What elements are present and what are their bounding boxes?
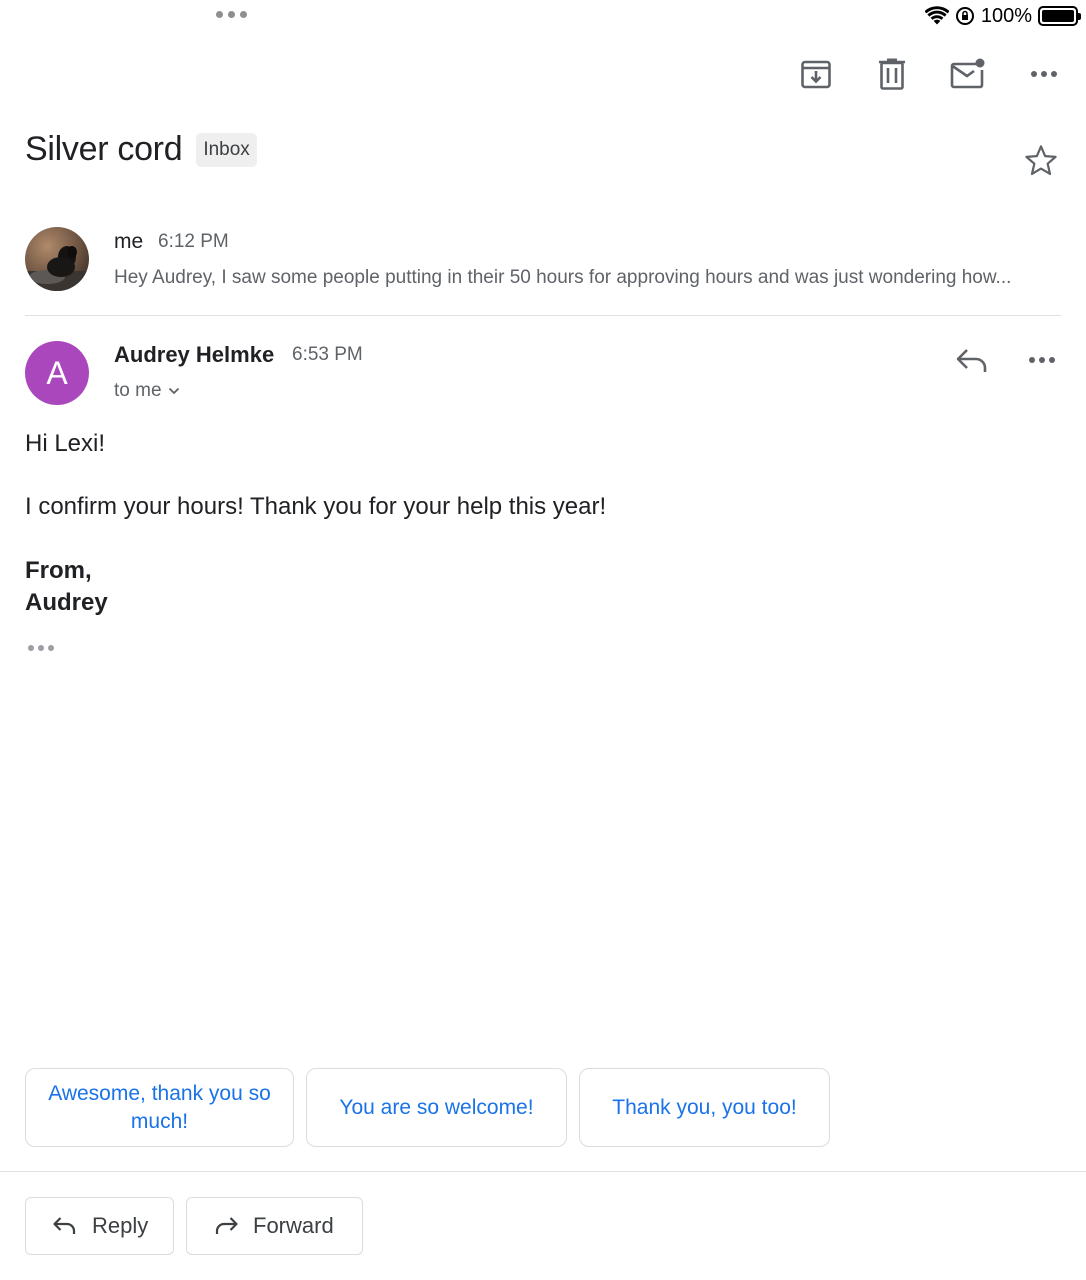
thread-subject: Silver cord [25,130,183,168]
reply-quick-button[interactable] [954,342,990,378]
message-signature: Audrey [25,589,108,616]
collapsed-message[interactable]: me 6:12 PM Hey Audrey, I saw some people… [0,220,1086,315]
orientation-lock-icon [955,7,974,25]
more-icon [1031,71,1057,77]
avatar [25,227,89,291]
more-options-button[interactable] [1026,56,1062,92]
message-time: 6:53 PM [292,344,363,365]
profile-photo [25,227,89,291]
multitasking-dots[interactable] [216,11,247,18]
bottom-divider [0,1171,1086,1172]
archive-icon [801,60,831,89]
wifi-icon [924,6,949,25]
reply-button[interactable]: Reply [25,1197,174,1255]
show-trimmed-content-button[interactable] [28,645,54,651]
message-more-button[interactable] [1024,342,1060,378]
mark-unread-button[interactable] [950,56,986,92]
inbox-label-chip[interactable]: Inbox [196,132,257,167]
smart-reply-2[interactable]: You are so welcome! [306,1068,567,1147]
message-toolbar [798,56,1062,92]
message-body-line: I confirm your hours! Thank you for your… [25,493,607,520]
reply-icon [956,349,987,372]
collapsed-sender: me [114,230,144,253]
recipient-details-toggle[interactable]: to me [114,380,180,402]
status-bar: 100% [0,0,1086,32]
more-icon [1029,357,1055,363]
forward-icon [215,1217,238,1234]
collapsed-snippet: Hey Audrey, I saw some people putting in… [114,267,1012,288]
subject-row: Silver cord Inbox [25,130,257,169]
recipient-text: to me [114,380,162,401]
forward-button[interactable]: Forward [186,1197,363,1255]
message-signoff: From, [25,557,92,584]
forward-button-label: Forward [253,1213,334,1238]
message-divider [25,315,1061,316]
delete-button[interactable] [874,56,910,92]
message-greeting: Hi Lexi! [25,430,106,457]
mark-unread-icon [950,58,985,89]
chevron-down-icon [168,387,179,395]
trash-icon [879,58,905,90]
star-button[interactable] [1022,142,1060,180]
sender-avatar[interactable]: A [25,341,89,405]
collapsed-time: 6:12 PM [158,231,229,252]
sender-name: Audrey Helmke [114,342,275,367]
archive-button[interactable] [798,56,834,92]
reply-button-label: Reply [92,1213,149,1238]
star-icon [1025,145,1057,176]
reply-icon [53,1217,76,1234]
battery-icon [1038,6,1081,26]
smart-reply-1[interactable]: Awesome, thank you so much! [25,1068,294,1147]
smart-reply-3[interactable]: Thank you, you too! [579,1068,830,1147]
battery-percent: 100% [980,4,1032,27]
status-indicators: 100% [924,4,1081,28]
